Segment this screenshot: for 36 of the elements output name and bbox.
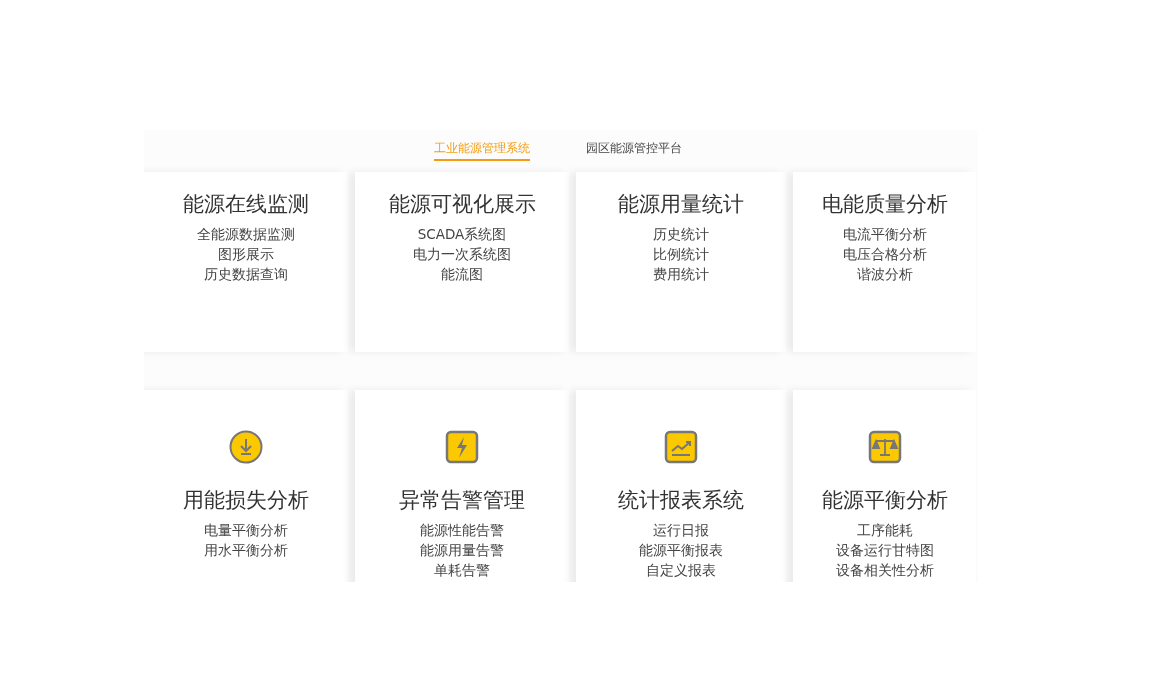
balance-icon [867, 430, 902, 464]
feature-item: 费用统计 [653, 265, 709, 284]
card-title: 用能损失分析 [183, 487, 309, 514]
feature-item: 单耗告警 [434, 561, 490, 580]
card-title: 能源用量统计 [618, 191, 744, 218]
lightning-icon [445, 430, 479, 464]
feature-item: 电量平衡分析 [204, 521, 288, 540]
feature-item: 谐波分析 [856, 265, 913, 284]
download-icon [229, 430, 263, 464]
tab[interactable]: 园区能源管控平台 [586, 140, 682, 161]
feature-item: 自定义报表 [646, 561, 716, 580]
feature-item: 设备运行甘特图 [835, 541, 934, 560]
feature-item: 全能源数据监测 [197, 225, 295, 244]
feature-item: 历史数据查询 [204, 265, 288, 284]
feature-item: 电压合格分析 [842, 245, 927, 264]
feature-item: 电流平衡分析 [842, 225, 927, 244]
feature-item: 能源平衡报表 [639, 541, 723, 560]
card-title: 能源在线监测 [183, 191, 309, 218]
card-title: 电能质量分析 [821, 191, 948, 218]
feature-item: 能源用量告警 [420, 541, 504, 560]
chart-icon [664, 430, 698, 464]
feature-item: 运行日报 [653, 521, 709, 540]
feature-item: 比例统计 [653, 245, 709, 264]
feature-item: SCADA系统图 [417, 225, 507, 244]
feature-item: 工序能耗 [856, 521, 913, 540]
feature-item: 图形展示 [218, 245, 274, 264]
card-title: 异常告警管理 [399, 487, 525, 514]
feature-item: 能流图 [441, 265, 483, 284]
card-title: 统计报表系统 [618, 487, 744, 514]
feature-item: 设备相关性分析 [835, 561, 934, 580]
feature-item: 用水平衡分析 [204, 541, 288, 560]
feature-item: 电力一次系统图 [413, 245, 511, 264]
feature-item: 能源性能告警 [420, 521, 504, 540]
card-title: 能源平衡分析 [821, 487, 948, 514]
card-title: 能源可视化展示 [388, 191, 536, 218]
feature-item: 历史统计 [653, 225, 709, 244]
